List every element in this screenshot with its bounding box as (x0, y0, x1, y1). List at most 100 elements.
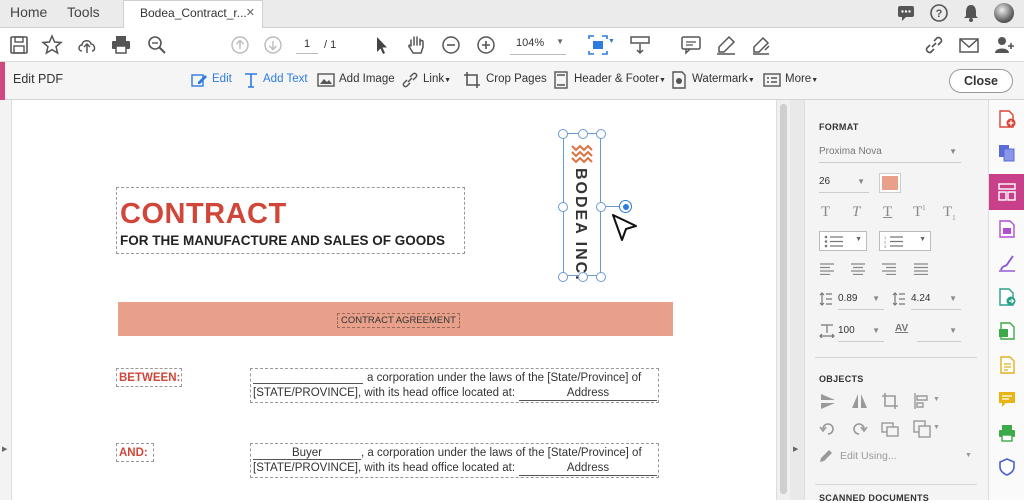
zoom-search-icon[interactable] (145, 33, 169, 57)
align-objects-icon[interactable] (913, 392, 931, 410)
line-spacing-select[interactable]: 0.89 ▼ (838, 290, 884, 310)
font-size-select[interactable]: 26 ▼ (819, 173, 869, 193)
horizontal-scale-select[interactable]: 100 ▼ (838, 322, 884, 342)
between-label-box[interactable]: BETWEEN: (116, 368, 182, 387)
rotate-right-icon[interactable] (850, 420, 868, 438)
resize-handle[interactable] (596, 272, 606, 282)
avatar[interactable] (994, 3, 1014, 23)
between-text-box[interactable]: a corporation under the laws of the [Sta… (250, 368, 659, 403)
align-left-icon[interactable] (819, 263, 835, 275)
resize-handle[interactable] (596, 129, 606, 139)
edit-using-select[interactable]: Edit Using... ▼ (819, 448, 973, 466)
protect-shield-icon[interactable] (998, 458, 1016, 476)
and-text-box[interactable]: Buyer , a corporation under the laws of … (250, 443, 659, 478)
close-tab-icon[interactable]: ✕ (246, 1, 255, 25)
edit-button[interactable]: Edit (212, 73, 232, 85)
sign-icon[interactable] (749, 33, 773, 57)
chat-icon[interactable] (897, 4, 915, 22)
zoom-out-icon[interactable] (439, 33, 463, 57)
tab-home[interactable]: Home (10, 0, 47, 28)
cloud-upload-icon[interactable] (75, 33, 99, 57)
page-down-icon[interactable] (261, 33, 285, 57)
crop-image-icon[interactable] (881, 392, 899, 410)
left-panel-gutter[interactable]: ▶ (0, 100, 12, 500)
alignment-row (819, 263, 969, 277)
align-right-icon[interactable] (881, 263, 897, 275)
flip-horizontal-icon[interactable] (850, 392, 868, 410)
fill-sign-icon[interactable] (998, 254, 1016, 272)
link-button[interactable]: Link▼ (423, 73, 451, 85)
export-excel-icon[interactable] (998, 322, 1016, 340)
rotate-left-icon[interactable] (819, 420, 837, 438)
arrange-icon[interactable] (913, 420, 931, 438)
combine-files-icon[interactable] (998, 144, 1016, 162)
send-review-icon[interactable] (998, 356, 1016, 374)
hand-tool-icon[interactable] (404, 33, 428, 57)
bookmark-star-icon[interactable] (40, 33, 64, 57)
document-scrollbar[interactable] (776, 100, 790, 500)
and-label-box[interactable]: AND: (116, 443, 154, 462)
page-number-input[interactable]: 1 (296, 38, 318, 54)
collapse-panel-icon[interactable]: ▶ (793, 445, 798, 453)
notification-bell-icon[interactable] (962, 3, 980, 23)
add-text-button[interactable]: Add Text (263, 73, 308, 85)
resize-handle[interactable] (596, 202, 606, 212)
watermark-button[interactable]: Watermark▼ (692, 73, 755, 85)
resize-handle[interactable] (558, 272, 568, 282)
more-button[interactable]: More▼ (785, 73, 818, 85)
tab-tools[interactable]: Tools (67, 0, 100, 28)
page-layout-icon[interactable]: ▼ (586, 33, 615, 57)
title-text-box[interactable]: CONTRACT FOR THE MANUFACTURE AND SALES O… (116, 187, 465, 254)
text-italic-icon[interactable]: T (852, 204, 860, 221)
numbered-list-select[interactable]: 123 ▼ (879, 231, 931, 251)
paragraph-spacing-select[interactable]: 4.24 ▼ (911, 290, 961, 310)
comment-tool-icon[interactable] (998, 390, 1016, 408)
subscript-icon[interactable]: T1 (943, 204, 956, 222)
scrollbar-thumb[interactable] (780, 104, 787, 494)
scroll-mode-icon[interactable] (628, 33, 652, 57)
help-icon[interactable]: ? (929, 3, 949, 23)
page-up-icon[interactable] (228, 33, 252, 57)
select-cursor-icon[interactable] (369, 33, 393, 57)
resize-handle[interactable] (578, 129, 588, 139)
create-pdf-icon[interactable] (998, 110, 1016, 128)
page-total: / 1 (324, 39, 337, 51)
resize-handle[interactable] (558, 202, 568, 212)
close-button[interactable]: Close (949, 69, 1013, 93)
header-footer-button[interactable]: Header & Footer▼ (574, 73, 666, 85)
highlight-pen-icon[interactable] (714, 33, 738, 57)
comment-icon[interactable] (679, 33, 703, 57)
tab-document-label: Bodea_Contract_r... (140, 6, 247, 20)
font-color-picker[interactable] (879, 173, 901, 193)
text-regular-icon[interactable]: T (821, 204, 830, 221)
replace-image-icon[interactable] (881, 420, 899, 438)
export-pdf-icon[interactable] (998, 288, 1016, 306)
organize-pages-icon[interactable] (998, 220, 1016, 238)
zoom-in-icon[interactable] (474, 33, 498, 57)
crop-pages-button[interactable]: Crop Pages (486, 73, 547, 85)
tracking-select[interactable]: ▼ (917, 322, 961, 342)
zoom-select[interactable]: 104% ▼ (510, 37, 566, 55)
email-icon[interactable] (957, 33, 981, 57)
superscript-icon[interactable]: T1 (913, 204, 926, 221)
print-icon[interactable] (109, 33, 133, 57)
tab-document[interactable]: Bodea_Contract_r... ✕ (123, 0, 263, 29)
right-panel-gutter[interactable]: ▶ (790, 100, 804, 500)
expand-left-panel-icon[interactable]: ▶ (2, 445, 7, 453)
resize-handle[interactable] (578, 272, 588, 282)
font-family-select[interactable]: Proxima Nova ▼ (819, 143, 961, 163)
banner-text[interactable]: CONTRACT AGREEMENT (337, 313, 460, 328)
share-link-icon[interactable] (922, 33, 946, 57)
document-canvas[interactable]: CONTRACT FOR THE MANUFACTURE AND SALES O… (12, 100, 776, 500)
add-image-button[interactable]: Add Image (339, 73, 395, 85)
resize-handle[interactable] (558, 129, 568, 139)
text-underline-icon[interactable]: T (883, 204, 892, 221)
add-user-icon[interactable] (992, 33, 1016, 57)
print-production-icon[interactable] (998, 424, 1016, 442)
bullet-list-select[interactable]: ▼ (819, 231, 867, 251)
edit-pdf-tool-active[interactable] (989, 174, 1024, 210)
align-center-icon[interactable] (850, 263, 866, 275)
flip-vertical-icon[interactable] (819, 392, 837, 410)
save-icon[interactable] (7, 33, 31, 57)
align-justify-icon[interactable] (913, 263, 929, 275)
